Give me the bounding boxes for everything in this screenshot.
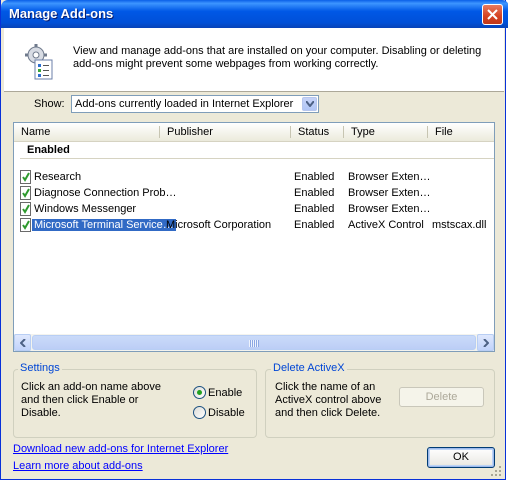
close-button[interactable] — [482, 4, 503, 25]
row-type: Browser Exten… — [348, 203, 431, 215]
ok-button[interactable]: OK — [427, 447, 495, 468]
scroll-thumb[interactable] — [32, 335, 476, 350]
addons-list[interactable]: Name Publisher Status Type File Enabled … — [13, 122, 495, 352]
row-name: Research — [34, 171, 82, 183]
addons-gear-icon — [25, 44, 53, 80]
column-separator[interactable] — [159, 126, 160, 138]
column-header-bar: Name Publisher Status Type File — [14, 123, 494, 142]
row-name: Microsoft Terminal Service… — [31, 218, 177, 232]
row-type: Browser Exten… — [348, 187, 431, 199]
row-file: mstscax.dll — [432, 219, 487, 231]
dropdown-button[interactable] — [302, 97, 317, 111]
disable-label[interactable]: Disable — [208, 407, 245, 419]
scroll-left-icon — [20, 339, 26, 347]
row-status: Enabled — [294, 203, 335, 215]
row-type: ActiveX Control — [348, 219, 424, 231]
title-bar[interactable]: Manage Add-ons — [1, 0, 508, 28]
column-separator[interactable] — [290, 126, 291, 138]
column-header-file[interactable]: File — [435, 126, 453, 138]
window-title: Manage Add-ons — [9, 6, 114, 21]
close-icon — [487, 9, 498, 20]
settings-text: Click an add-on name above and then clic… — [21, 381, 162, 419]
column-separator[interactable] — [343, 126, 344, 138]
row-name-highlight: Microsoft Terminal Service… — [31, 218, 177, 232]
enable-label[interactable]: Enable — [208, 387, 242, 399]
scroll-right-button[interactable] — [477, 334, 494, 351]
addon-icon — [20, 202, 31, 216]
column-header-publisher[interactable]: Publisher — [167, 126, 213, 138]
table-row-selected[interactable]: Microsoft Terminal Service… Microsoft Co… — [14, 217, 494, 233]
show-dropdown[interactable]: Add-ons currently loaded in Internet Exp… — [71, 95, 319, 113]
addon-icon — [20, 218, 31, 232]
addon-icon — [20, 186, 31, 200]
radio-selected-dot — [197, 390, 202, 395]
table-row[interactable]: Diagnose Connection Prob… Enabled Browse… — [14, 185, 494, 201]
scroll-right-icon — [483, 339, 489, 347]
delete-activex-title: Delete ActiveX — [271, 362, 347, 374]
column-separator[interactable] — [427, 126, 428, 138]
row-status: Enabled — [294, 171, 335, 183]
row-status: Enabled — [294, 187, 335, 199]
header-description: View and manage add-ons that are install… — [73, 45, 482, 70]
learn-more-link[interactable]: Learn more about add-ons — [13, 460, 143, 472]
row-name: Diagnose Connection Prob… — [34, 187, 177, 199]
column-header-status[interactable]: Status — [298, 126, 329, 138]
scroll-left-button[interactable] — [14, 334, 31, 351]
resize-grip-icon[interactable] — [490, 465, 502, 477]
column-header-type[interactable]: Type — [351, 126, 375, 138]
dropdown-arrow-icon — [306, 101, 314, 107]
settings-title: Settings — [18, 362, 62, 374]
show-dropdown-value: Add-ons currently loaded in Internet Exp… — [75, 98, 294, 110]
table-row[interactable]: Windows Messenger Enabled Browser Exten… — [14, 201, 494, 217]
delete-button[interactable]: Delete — [399, 387, 484, 407]
row-type: Browser Exten… — [348, 171, 431, 183]
manage-addons-window: Manage Add-ons View and manage add-ons t… — [0, 0, 508, 480]
horizontal-scrollbar[interactable] — [14, 334, 494, 351]
disable-radio[interactable] — [193, 406, 206, 419]
table-row[interactable]: Research Enabled Browser Exten… — [14, 169, 494, 185]
scroll-thumb-grip — [249, 340, 259, 347]
row-publisher: Microsoft Corporation — [166, 219, 272, 231]
column-header-name[interactable]: Name — [21, 126, 50, 138]
header-divider — [4, 91, 504, 92]
addon-icon — [20, 170, 31, 184]
row-name: Windows Messenger — [34, 203, 137, 215]
group-divider — [20, 158, 494, 159]
group-enabled-label: Enabled — [27, 144, 70, 156]
enable-radio[interactable] — [193, 386, 206, 399]
row-status: Enabled — [294, 219, 335, 231]
download-addons-link[interactable]: Download new add-ons for Internet Explor… — [13, 443, 228, 455]
delete-activex-text: Click the name of an ActiveX control abo… — [275, 381, 382, 419]
show-label: Show: — [34, 98, 65, 110]
